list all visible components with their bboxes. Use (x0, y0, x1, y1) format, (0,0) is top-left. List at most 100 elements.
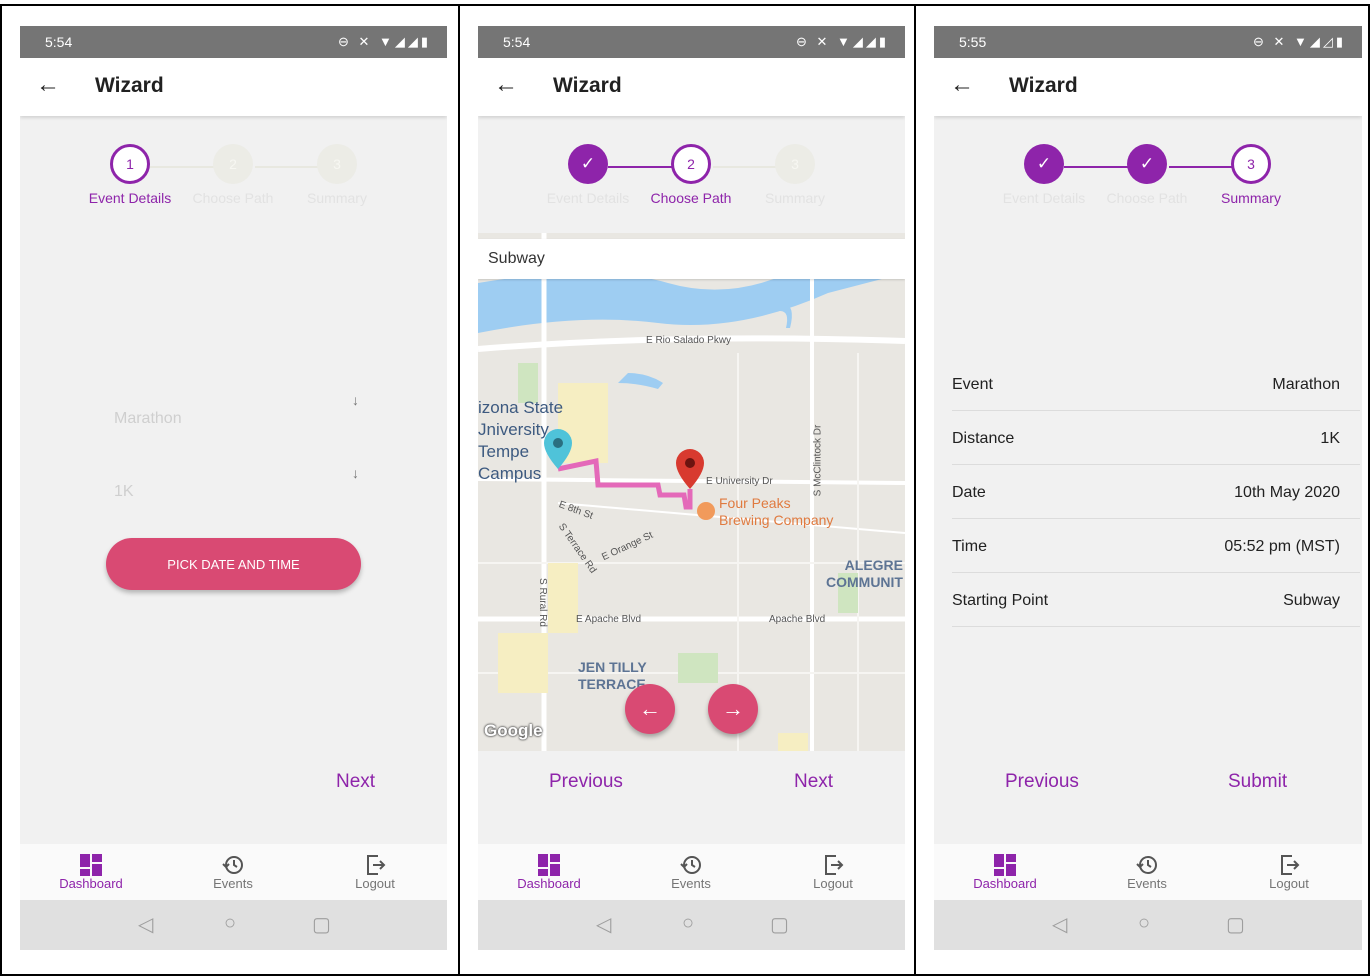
status-icons: ⊖ ✕ ▼◢◢▮ (795, 34, 889, 49)
pick-date-time-button[interactable]: PICK DATE AND TIME (106, 538, 361, 590)
dashboard-icon (538, 854, 560, 876)
summary-key: Event (952, 376, 993, 393)
step-event-details[interactable]: ✓ Event Details (528, 144, 648, 206)
stepper: ✓ Event Details ✓ Choose Path 3 Summary (934, 144, 1362, 214)
map-canvas (478, 233, 905, 751)
bottom-navigation: Dashboard Events Logout (934, 844, 1362, 900)
event-dropdown[interactable]: Marathon (114, 410, 364, 428)
summary-value: 1K (1320, 430, 1340, 447)
nav-events[interactable]: Events (188, 854, 278, 891)
status-bar: 5:54 ⊖ ✕ ▼◢◢▮ (20, 26, 447, 58)
step-label: Summary (765, 190, 825, 206)
step-label: Summary (307, 190, 367, 206)
status-time: 5:54 (45, 34, 73, 50)
system-recents-icon[interactable]: ▢ (770, 912, 789, 937)
nav-label: Logout (813, 876, 853, 891)
map-label-apache-right: Apache Blvd (769, 614, 826, 625)
summary-value: 05:52 pm (MST) (1224, 538, 1340, 555)
step-circle: 3 (775, 144, 815, 184)
step-summary[interactable]: 3 Summary (735, 144, 855, 206)
system-recents-icon[interactable]: ▢ (312, 912, 331, 937)
page-title: Wizard (95, 74, 164, 97)
system-home-icon[interactable]: ○ (1138, 912, 1150, 935)
nav-label: Dashboard (517, 876, 581, 891)
summary-key: Distance (952, 430, 1015, 447)
nav-logout[interactable]: Logout (1244, 854, 1334, 891)
nav-dashboard[interactable]: Dashboard (46, 854, 136, 891)
route-map[interactable]: E Rio Salado Pkwy izona State Jniversity… (478, 233, 905, 751)
distance-dropdown[interactable]: 1K (114, 483, 364, 501)
nav-label: Events (213, 876, 253, 891)
summary-row-time: Time 05:52 pm (MST) (952, 519, 1360, 573)
back-arrow-icon[interactable]: ← (36, 71, 60, 99)
nav-label: Dashboard (59, 876, 123, 891)
map-next-arrow-icon[interactable]: → (708, 684, 758, 734)
step-choose-path[interactable]: ✓ Choose Path (1087, 144, 1207, 206)
system-home-icon[interactable]: ○ (682, 912, 694, 935)
nav-dashboard[interactable]: Dashboard (504, 854, 594, 891)
starting-point-input[interactable]: Subway (478, 239, 905, 279)
summary-value: 10th May 2020 (1234, 484, 1340, 501)
status-bar: 5:54 ⊖ ✕ ▼◢◢▮ (478, 26, 905, 58)
google-logo: Google (484, 721, 543, 740)
system-recents-icon[interactable]: ▢ (1226, 912, 1245, 937)
system-back-icon[interactable]: ◁ (596, 912, 611, 937)
system-navigation-bar: ◁ ○ ▢ (478, 900, 905, 950)
logout-icon (825, 855, 844, 875)
system-navigation-bar: ◁ ○ ▢ (934, 900, 1362, 950)
map-prev-arrow-icon[interactable]: ← (625, 684, 675, 734)
summary-key: Starting Point (952, 592, 1049, 609)
step-event-details[interactable]: ✓ Event Details (984, 144, 1104, 206)
step-circle: 3 (317, 144, 357, 184)
history-icon (680, 856, 701, 874)
system-back-icon[interactable]: ◁ (1052, 912, 1067, 937)
status-time: 5:54 (503, 34, 531, 50)
map-label-university: izona State Jniversity Tempe Campus (478, 398, 564, 483)
step-choose-path[interactable]: 2 Choose Path (173, 144, 293, 206)
nav-label: Logout (355, 876, 395, 891)
step-event-details[interactable]: 1 Event Details (70, 144, 190, 206)
step-label: Choose Path (1106, 190, 1188, 206)
back-arrow-icon[interactable]: ← (950, 71, 974, 99)
summary-row-event: Event Marathon (952, 357, 1360, 411)
next-button[interactable]: Next (794, 771, 833, 793)
step-summary[interactable]: 3 Summary (277, 144, 397, 206)
summary-value: Subway (1283, 592, 1340, 609)
nav-logout[interactable]: Logout (330, 854, 420, 891)
step-summary[interactable]: 3 Summary (1191, 144, 1311, 206)
bottom-navigation: Dashboard Events Logout (20, 844, 447, 900)
previous-button[interactable]: Previous (1005, 771, 1079, 793)
next-button[interactable]: Next (336, 771, 375, 793)
submit-button[interactable]: Submit (1228, 771, 1287, 793)
summary-row-starting-point: Starting Point Subway (952, 573, 1360, 627)
summary-row-distance: Distance 1K (952, 411, 1360, 465)
app-bar: ← Wizard (20, 58, 447, 116)
logout-icon (1281, 855, 1300, 875)
dashboard-icon (994, 854, 1016, 876)
status-icons: ⊖ ✕ ▼◢◢▮ (337, 34, 431, 49)
nav-logout[interactable]: Logout (788, 854, 878, 891)
nav-label: Logout (1269, 876, 1309, 891)
step-label: Summary (1221, 190, 1281, 206)
wizard-screen-event-details: 5:54 ⊖ ✕ ▼◢◢▮ ← Wizard 1 Event Details 2… (20, 26, 447, 950)
bottom-navigation: Dashboard Events Logout (478, 844, 905, 900)
nav-events[interactable]: Events (646, 854, 736, 891)
nav-events[interactable]: Events (1102, 854, 1192, 891)
map-label-rural-rd: S Rural Rd (536, 578, 548, 627)
step-choose-path[interactable]: 2 Choose Path (631, 144, 751, 206)
nav-dashboard[interactable]: Dashboard (960, 854, 1050, 891)
step-label: Event Details (546, 190, 630, 206)
system-back-icon[interactable]: ◁ (138, 912, 153, 937)
status-time: 5:55 (959, 34, 987, 50)
check-icon: ✓ (1024, 144, 1064, 184)
stepper: ✓ Event Details 2 Choose Path 3 Summary (478, 144, 905, 214)
back-arrow-icon[interactable]: ← (494, 71, 518, 99)
system-home-icon[interactable]: ○ (224, 912, 236, 935)
dropdown-arrow-icon[interactable]: ↓ (352, 392, 359, 408)
status-icons: ⊖ ✕ ▼◢◿▮ (1252, 34, 1346, 49)
dropdown-arrow-icon[interactable]: ↓ (352, 465, 359, 481)
dashboard-icon (80, 854, 102, 876)
previous-button[interactable]: Previous (549, 771, 623, 793)
map-label-mcclintock: S McClintock Dr (812, 424, 824, 497)
check-icon: ✓ (568, 144, 608, 184)
